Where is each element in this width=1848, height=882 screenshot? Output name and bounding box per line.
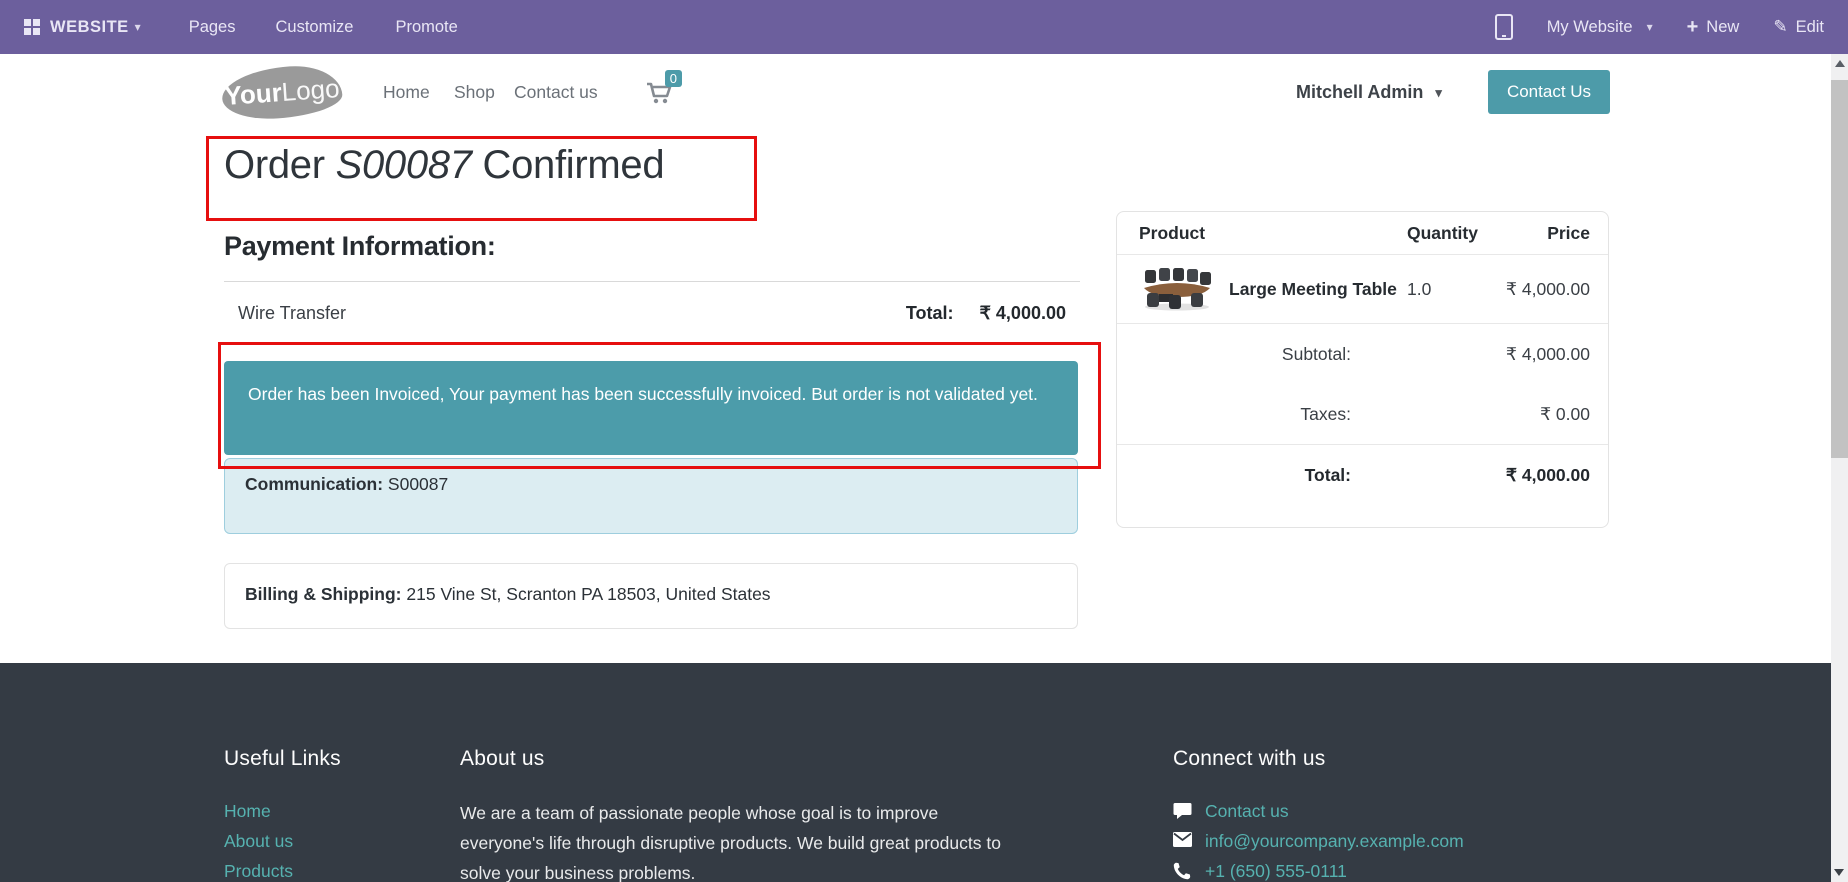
scrollbar-thumb[interactable] <box>1831 80 1848 458</box>
footer-email[interactable]: info@yourcompany.example.com <box>1173 826 1464 856</box>
user-name: Mitchell Admin <box>1296 82 1423 103</box>
billing-shipping-box: Billing & Shipping: 215 Vine St, Scranto… <box>224 563 1078 629</box>
phone-icon <box>1173 862 1192 881</box>
page-title: Order S00087 Confirmed <box>224 143 664 188</box>
scroll-up-arrow[interactable] <box>1835 60 1845 67</box>
billing-value: 215 Vine St, Scranton PA 18503, United S… <box>402 584 771 604</box>
nav-contact-us[interactable]: Contact us <box>514 54 598 131</box>
mobile-preview-button[interactable] <box>1495 14 1513 40</box>
my-website-label: My Website <box>1547 18 1633 37</box>
admin-toolbar-left: WEBSITE ▾ Pages Customize Promote <box>0 18 458 37</box>
new-button[interactable]: + New <box>1687 17 1740 37</box>
my-website-menu[interactable]: My Website ▾ <box>1547 18 1653 37</box>
cart-count-badge: 0 <box>665 70 682 87</box>
footer-contact-us-label: Contact us <box>1205 796 1289 826</box>
communication-label: Communication: <box>245 474 383 494</box>
summary-header-row: Product Quantity Price <box>1117 212 1608 255</box>
site-header: YourLogo Home Shop Contact us 0 Mitchell… <box>0 54 1848 132</box>
payment-method: Wire Transfer <box>238 303 346 324</box>
table-row: Large Meeting Table 1.0 ₹ 4,000.00 <box>1117 255 1608 324</box>
edit-label: Edit <box>1796 18 1824 37</box>
site-logo[interactable]: YourLogo <box>220 63 343 122</box>
footer-email-label: info@yourcompany.example.com <box>1205 826 1464 856</box>
about-us-heading: About us <box>460 747 545 771</box>
taxes-value: ₹ 0.00 <box>1351 404 1608 425</box>
pages-menu[interactable]: Pages <box>189 18 236 37</box>
connect-with-us-heading: Connect with us <box>1173 747 1325 771</box>
footer-phone[interactable]: +1 (650) 555-0111 <box>1173 856 1464 882</box>
payment-information-heading: Payment Information: <box>224 231 496 262</box>
envelope-icon <box>1173 832 1192 851</box>
customize-menu[interactable]: Customize <box>276 18 354 37</box>
communication-value: S00087 <box>383 474 448 494</box>
product-thumbnail <box>1139 266 1215 312</box>
order-number: S00087 <box>336 143 472 187</box>
edit-button[interactable]: ✎ Edit <box>1773 17 1824 37</box>
footer-link-about-us[interactable]: About us <box>224 826 293 856</box>
total-value: ₹ 4,000.00 <box>979 303 1066 324</box>
billing-label: Billing & Shipping: <box>245 584 402 604</box>
product-name: Large Meeting Table <box>1229 279 1397 300</box>
total-row: Total: ₹ 4,000.00 <box>1117 444 1608 505</box>
scrollbar[interactable] <box>1831 54 1848 882</box>
divider <box>224 281 1080 282</box>
product-price: ₹ 4,000.00 <box>1487 279 1608 300</box>
promote-menu[interactable]: Promote <box>395 18 457 37</box>
page: WEBSITE ▾ Pages Customize Promote My Web… <box>0 0 1848 882</box>
pencil-icon: ✎ <box>1773 17 1787 37</box>
taxes-row: Taxes: ₹ 0.00 <box>1117 384 1608 444</box>
invoice-status-alert: Order has been Invoiced, Your payment ha… <box>224 361 1078 455</box>
order-title-suffix: Confirmed <box>472 143 665 187</box>
scroll-down-arrow[interactable] <box>1834 869 1844 876</box>
apps-grid-icon[interactable] <box>24 19 40 35</box>
user-menu[interactable]: Mitchell Admin ▾ <box>1296 54 1442 131</box>
taxes-label: Taxes: <box>1117 404 1351 425</box>
product-column-header: Product <box>1117 223 1407 244</box>
subtotal-row: Subtotal: ₹ 4,000.00 <box>1117 324 1608 384</box>
subtotal-value: ₹ 4,000.00 <box>1351 344 1608 365</box>
admin-toolbar: WEBSITE ▾ Pages Customize Promote My Web… <box>0 0 1848 54</box>
total-label: Total: <box>906 303 954 324</box>
order-summary-card: Product Quantity Price <box>1116 211 1609 528</box>
chevron-down-icon: ▾ <box>1435 85 1442 101</box>
mobile-icon <box>1495 14 1513 40</box>
useful-links-heading: Useful Links <box>224 747 341 771</box>
footer: Useful Links Home About us Products Abou… <box>0 663 1848 882</box>
price-column-header: Price <box>1487 223 1608 244</box>
website-menu[interactable]: WEBSITE <box>50 18 129 37</box>
order-title-prefix: Order <box>224 143 336 187</box>
connect-list: Contact us info@yourcompany.example.com … <box>1173 796 1464 882</box>
chevron-down-icon: ▾ <box>1647 20 1653 34</box>
nav-shop[interactable]: Shop <box>454 54 495 131</box>
useful-links-list: Home About us Products <box>224 796 293 882</box>
product-quantity: 1.0 <box>1407 279 1487 300</box>
logo-text-bold: Your <box>223 77 282 112</box>
nav-home[interactable]: Home <box>383 54 430 131</box>
about-us-text: We are a team of passionate people whose… <box>460 798 1012 882</box>
contact-us-button[interactable]: Contact Us <box>1488 70 1610 114</box>
quantity-column-header: Quantity <box>1407 223 1487 244</box>
cart-button[interactable]: 0 <box>646 54 672 131</box>
plus-icon: + <box>1687 17 1699 37</box>
subtotal-label: Subtotal: <box>1117 344 1351 365</box>
grand-total-value: ₹ 4,000.00 <box>1351 465 1608 486</box>
footer-phone-label: +1 (650) 555-0111 <box>1205 856 1347 882</box>
footer-link-home[interactable]: Home <box>224 796 293 826</box>
chevron-down-icon: ▾ <box>135 20 141 34</box>
logo-text-light: Logo <box>281 73 341 108</box>
footer-contact-us[interactable]: Contact us <box>1173 796 1464 826</box>
communication-box: Communication: S00087 <box>224 458 1078 534</box>
main-content: Order S00087 Confirmed Payment Informati… <box>0 131 1848 663</box>
new-label: New <box>1706 18 1739 37</box>
admin-toolbar-right: My Website ▾ + New ✎ Edit <box>1461 14 1848 40</box>
footer-link-products[interactable]: Products <box>224 856 293 882</box>
chat-bubble-icon <box>1173 802 1192 821</box>
grand-total-label: Total: <box>1117 465 1351 486</box>
payment-method-row: Wire Transfer Total: ₹ 4,000.00 <box>224 291 1080 335</box>
